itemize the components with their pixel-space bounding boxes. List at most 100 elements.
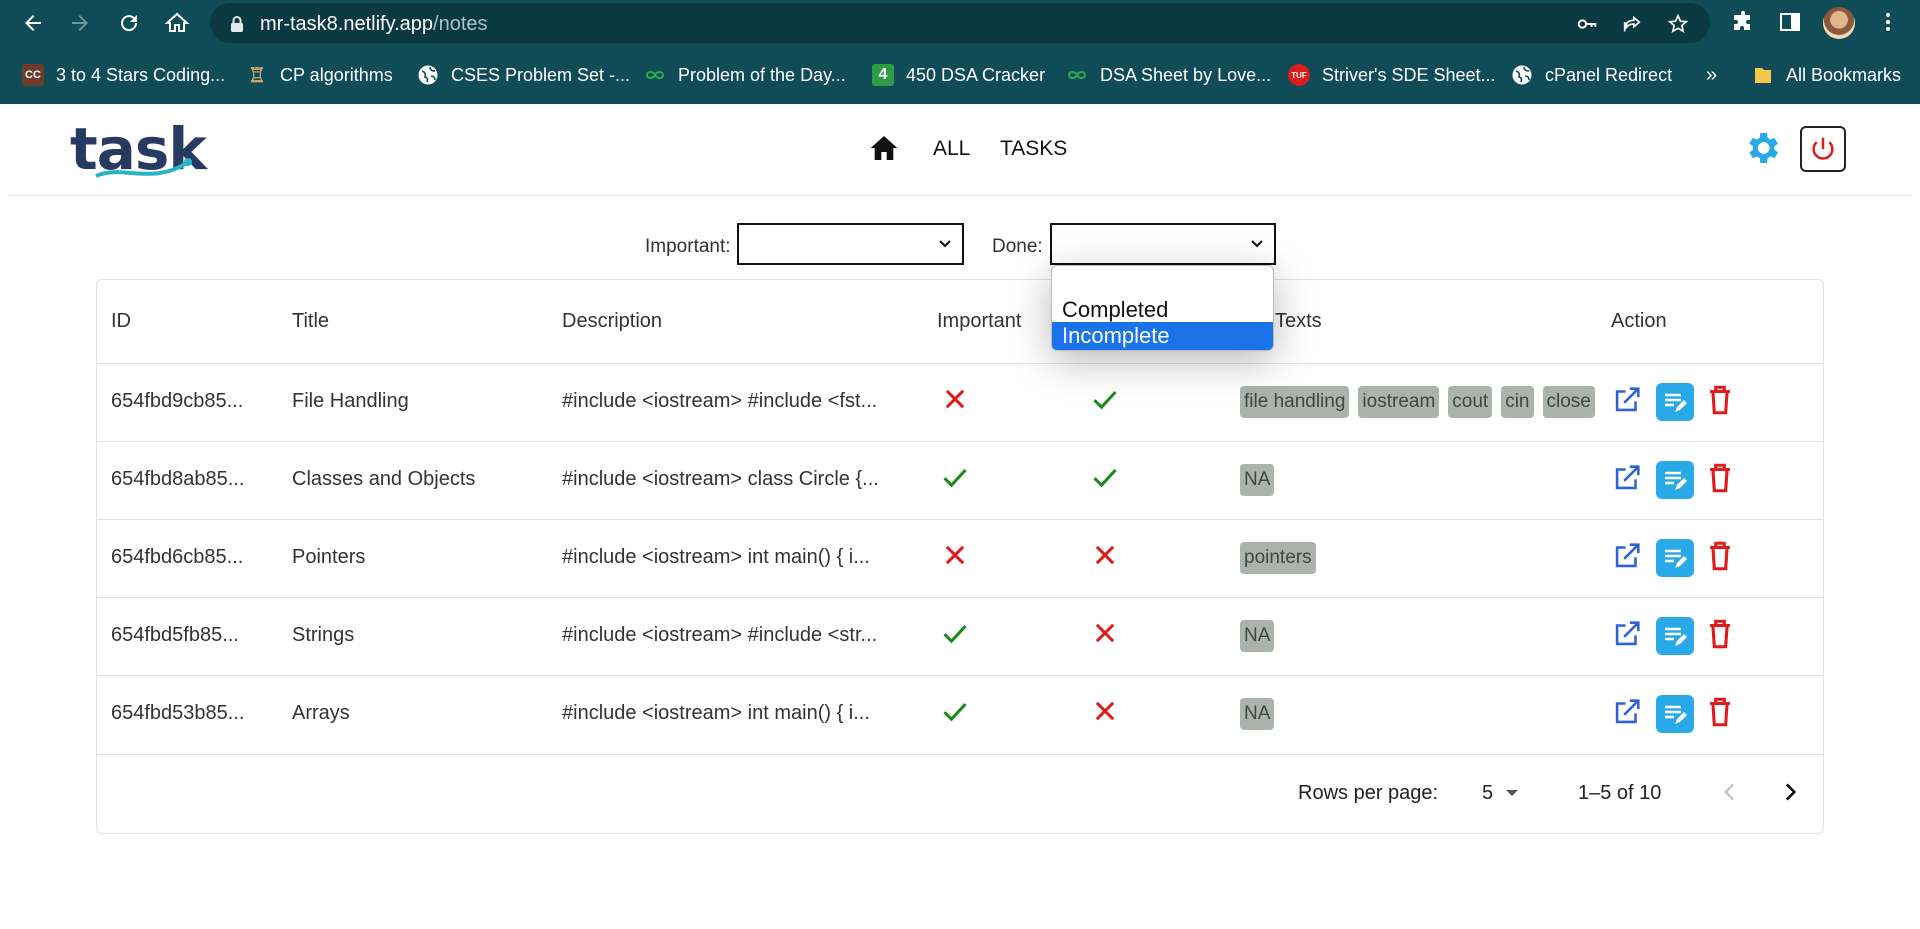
check-icon: [943, 702, 967, 722]
cc-icon: CC: [22, 64, 44, 86]
tuf-icon: TUF: [1288, 64, 1310, 86]
url-host: mr-task8.netlify.app: [260, 13, 434, 35]
cell-id: 654fbd5fb85...: [111, 624, 239, 646]
home-browser-button[interactable]: [162, 8, 192, 38]
profile-avatar[interactable]: [1823, 7, 1855, 39]
rows-per-page-select[interactable]: 5: [1480, 778, 1524, 808]
bookmarks-bar: CC 3 to 4 Stars Coding... ♖ CP algorithm…: [0, 55, 1920, 93]
column-header-id[interactable]: ID: [111, 310, 131, 333]
column-header-important[interactable]: Important: [937, 310, 1021, 333]
cross-icon: [1095, 545, 1115, 565]
share-icon[interactable]: [1621, 13, 1643, 35]
header-divider-line: [97, 363, 1823, 364]
bookmark-item[interactable]: TUF Striver's SDE Sheet...: [1288, 63, 1496, 87]
bookmark-item[interactable]: cPanel Redirect: [1511, 63, 1672, 87]
important-filter-select[interactable]: [737, 223, 964, 265]
globe-icon: [1512, 65, 1532, 85]
nav-tasks-link[interactable]: TASKS: [1000, 137, 1067, 161]
edit-button[interactable]: [1656, 695, 1694, 733]
dropdown-option-empty[interactable]: [1052, 270, 1273, 298]
trash-icon[interactable]: [1703, 461, 1737, 495]
omnibox[interactable]: mr-task8.netlify.app/notes: [210, 3, 1710, 43]
logout-button[interactable]: [1800, 126, 1846, 172]
cell-id: 654fbd53b85...: [111, 702, 245, 724]
pagination-range: 1–5 of 10: [1578, 782, 1662, 804]
row-divider-line: [97, 597, 1823, 598]
search-texts-chips: NA: [1240, 464, 1596, 498]
search-texts-chips: NA: [1240, 620, 1596, 654]
bookmark-label: Striver's SDE Sheet...: [1322, 64, 1496, 85]
open-external-icon[interactable]: [1610, 539, 1644, 573]
previous-page-icon[interactable]: [1717, 779, 1743, 805]
edit-notes-icon: [1665, 705, 1687, 724]
bookmark-item[interactable]: 4 450 DSA Cracker: [872, 63, 1045, 87]
more-bookmarks-label: »: [1706, 63, 1718, 86]
lock-icon: [231, 16, 243, 32]
star-icon[interactable]: [1667, 13, 1689, 35]
edit-button[interactable]: [1656, 617, 1694, 655]
bookmark-item[interactable]: ♖ CP algorithms: [246, 63, 393, 87]
extensions-icon[interactable]: [1731, 10, 1755, 34]
dropdown-option-completed[interactable]: Completed: [1052, 296, 1273, 324]
key-icon[interactable]: [1576, 13, 1598, 35]
all-bookmarks-button[interactable]: All Bookmarks: [1752, 63, 1901, 87]
open-external-icon[interactable]: [1610, 383, 1644, 417]
search-chip: file handling: [1240, 386, 1350, 418]
search-texts-chips: file handling iostream cout cin close: [1240, 386, 1596, 420]
bookmark-label: CP algorithms: [280, 64, 393, 85]
cell-id: 654fbd8ab85...: [111, 468, 245, 490]
bookmark-label: Problem of the Day...: [678, 64, 846, 85]
nav-all-link[interactable]: ALL: [933, 137, 970, 161]
edit-notes-icon: [1665, 549, 1687, 568]
search-texts-chips: NA: [1240, 698, 1596, 732]
gfg-icon: [1067, 71, 1087, 79]
bookmark-item[interactable]: DSA Sheet by Love...: [1066, 63, 1271, 87]
back-button[interactable]: [18, 8, 48, 38]
back-arrow-icon: [25, 15, 41, 31]
cell-description: #include <iostream> #include <fst...: [562, 390, 878, 412]
dropdown-option-incomplete[interactable]: Incomplete: [1052, 322, 1273, 350]
edit-button[interactable]: [1656, 539, 1694, 577]
app-header: task ALL TASKS: [0, 104, 1920, 196]
gear-icon[interactable]: [1742, 128, 1782, 168]
forward-button[interactable]: [65, 8, 95, 38]
edit-button[interactable]: [1656, 461, 1694, 499]
check-icon: [943, 624, 967, 644]
address-bar-row: mr-task8.netlify.app/notes: [0, 0, 1920, 46]
trash-icon[interactable]: [1703, 617, 1737, 651]
kebab-menu-icon[interactable]: [1876, 10, 1900, 34]
cell-title: Arrays: [292, 702, 350, 724]
reload-button[interactable]: [114, 8, 144, 38]
open-external-icon[interactable]: [1610, 695, 1644, 729]
check-icon: [1093, 468, 1117, 488]
bookmark-label: DSA Sheet by Love...: [1100, 64, 1272, 85]
more-bookmarks-button[interactable]: »: [1706, 63, 1717, 87]
column-header-action[interactable]: Action: [1611, 310, 1667, 333]
open-external-icon[interactable]: [1610, 461, 1644, 495]
home-outline-icon: [165, 12, 189, 32]
url-text[interactable]: mr-task8.netlify.app/notes: [260, 13, 488, 36]
bookmark-item[interactable]: CC 3 to 4 Stars Coding...: [22, 63, 225, 87]
trash-icon[interactable]: [1703, 383, 1737, 417]
url-path: /notes: [433, 13, 488, 35]
home-icon[interactable]: [868, 132, 900, 164]
reload-icon: [121, 15, 138, 32]
trash-icon[interactable]: [1703, 695, 1737, 729]
row-divider-line: [97, 519, 1823, 520]
side-panel-icon[interactable]: [1778, 10, 1802, 34]
cross-icon: [945, 545, 965, 565]
bookmark-item[interactable]: CSES Problem Set -...: [417, 63, 630, 87]
edit-button[interactable]: [1656, 383, 1694, 421]
bookmark-item[interactable]: Problem of the Day...: [644, 63, 846, 87]
search-chip: NA: [1240, 620, 1275, 652]
bookmark-label: CSES Problem Set -...: [451, 64, 631, 85]
trash-icon[interactable]: [1703, 539, 1737, 573]
done-filter-select[interactable]: [1050, 223, 1276, 265]
column-header-description[interactable]: Description: [562, 310, 662, 333]
open-external-icon[interactable]: [1610, 617, 1644, 651]
done-filter-label: Done:: [992, 236, 1043, 257]
column-header-title[interactable]: Title: [292, 310, 329, 333]
browser-chrome: mr-task8.netlify.app/notes CC 3 to 4 Sta…: [0, 0, 1920, 104]
chevron-down-icon: [939, 240, 951, 248]
next-page-icon[interactable]: [1777, 779, 1803, 805]
